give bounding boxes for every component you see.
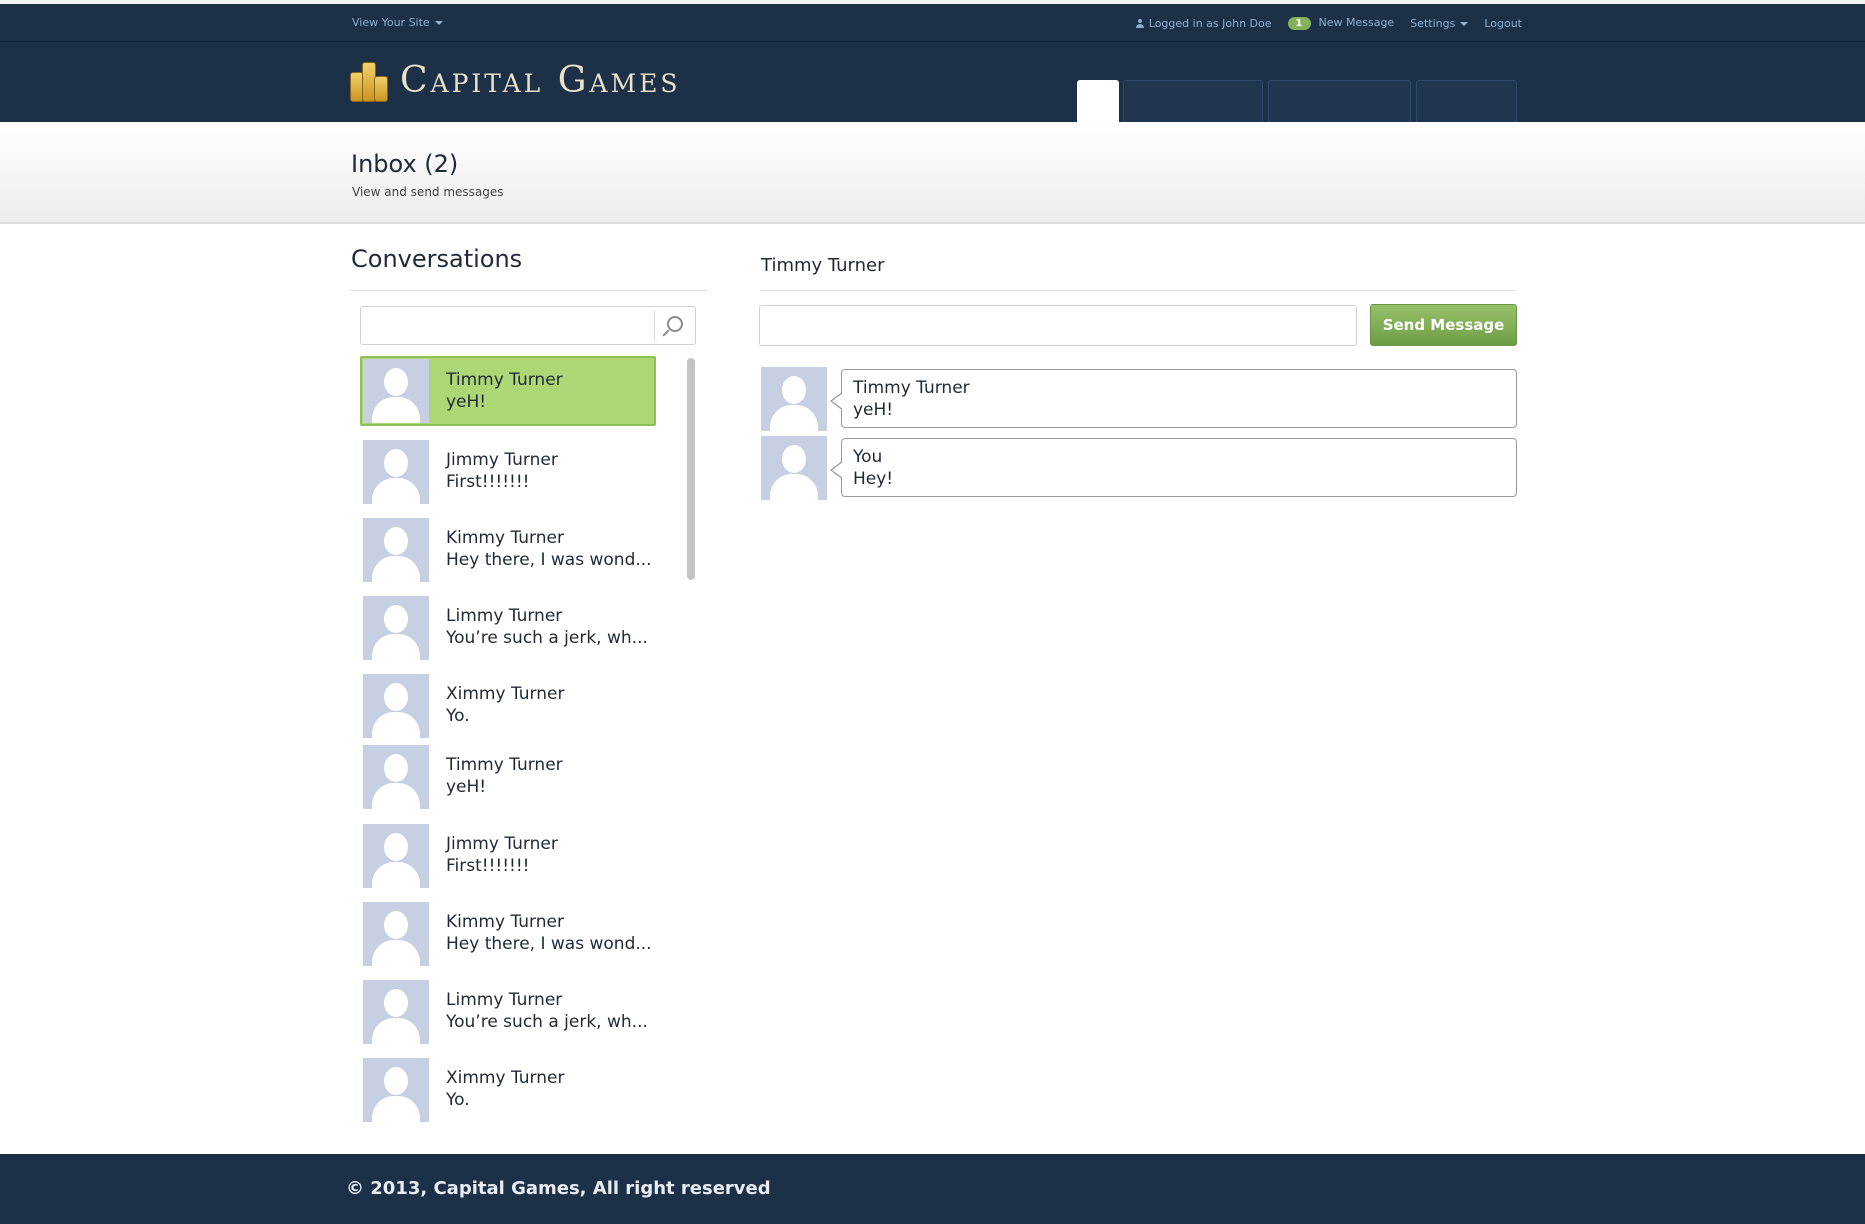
conversation-name: Limmy Turner xyxy=(446,990,563,1010)
avatar xyxy=(363,745,429,809)
caret-down-icon xyxy=(434,21,443,25)
avatar xyxy=(761,436,827,500)
conversation-name: Kimmy Turner xyxy=(446,912,564,932)
conversation-item[interactable]: Kimmy Turner Hey there, I was wond... xyxy=(360,516,656,586)
conversation-preview: yeH! xyxy=(446,777,487,797)
conversation-name: Jimmy Turner xyxy=(446,834,558,854)
new-message-label[interactable]: New Message xyxy=(1319,16,1395,29)
conversation-preview: Hey there, I was wond... xyxy=(446,934,652,954)
divider xyxy=(760,290,1517,291)
divider xyxy=(350,290,708,291)
user-icon xyxy=(1135,18,1144,28)
search-divider xyxy=(654,311,655,342)
coin-stack-icon xyxy=(348,58,390,102)
view-site-label[interactable]: View Your Site xyxy=(352,16,430,29)
message-text: Hey! xyxy=(853,469,894,489)
page-subtitle: View and send messages xyxy=(352,185,504,199)
conversation-item[interactable]: Timmy Turner yeH! xyxy=(360,356,656,426)
message-sender: You xyxy=(853,447,883,467)
nav-tab-4[interactable] xyxy=(1416,80,1517,122)
copyright-text: © 2013, Capital Games, All right reserve… xyxy=(346,1178,771,1199)
page-title: Inbox (2) xyxy=(351,150,459,178)
top-bar: View Your Site Logged in as John Doe 1 Ne… xyxy=(0,0,1865,42)
conversation-item[interactable]: Kimmy Turner Hey there, I was wond... xyxy=(360,900,656,970)
settings-label[interactable]: Settings xyxy=(1410,17,1455,30)
avatar xyxy=(363,518,429,582)
message-bubble: Timmy Turner yeH! xyxy=(830,369,1517,428)
avatar xyxy=(363,359,429,423)
settings-menu[interactable]: Settings xyxy=(1410,17,1469,30)
avatar xyxy=(363,902,429,966)
conversation-name: Timmy Turner xyxy=(446,370,563,390)
conversation-preview: yeH! xyxy=(446,392,487,412)
conversation-preview: First!!!!!!! xyxy=(446,472,530,492)
conversation-item[interactable]: Jimmy Turner First!!!!!!! xyxy=(360,822,656,892)
conversation-item[interactable]: Ximmy Turner Yo. xyxy=(360,672,656,742)
send-message-button[interactable]: Send Message xyxy=(1370,304,1517,346)
search-input[interactable] xyxy=(365,311,649,340)
view-site-menu[interactable]: View Your Site xyxy=(352,16,443,29)
avatar xyxy=(363,1058,429,1122)
avatar xyxy=(363,824,429,888)
logout-link[interactable]: Logout xyxy=(1484,17,1522,30)
nav-tab-2[interactable] xyxy=(1123,80,1263,122)
top-bar-right: Logged in as John Doe 1 New Message Setti… xyxy=(1135,16,1522,30)
logo[interactable]: Capital Games xyxy=(348,58,681,102)
conversation-item[interactable]: Ximmy Turner Yo. xyxy=(360,1056,656,1126)
conversation-name: Ximmy Turner xyxy=(446,684,565,704)
conversation-name: Timmy Turner xyxy=(446,755,563,775)
new-message-link[interactable]: 1 New Message xyxy=(1287,16,1395,30)
conversation-item[interactable]: Limmy Turner You’re such a jerk, wh... xyxy=(360,978,656,1048)
chat-title: Timmy Turner xyxy=(761,255,885,276)
message-bubble: You Hey! xyxy=(830,438,1517,497)
conversation-name: Kimmy Turner xyxy=(446,528,564,548)
conversation-preview: Yo. xyxy=(446,1090,470,1110)
page-header-band: Inbox (2) View and send messages xyxy=(0,122,1865,224)
site-header: Capital Games xyxy=(0,42,1865,122)
caret-down-icon xyxy=(1460,21,1469,26)
search-icon[interactable] xyxy=(667,316,683,332)
new-message-count-badge: 1 xyxy=(1287,17,1311,30)
conversation-preview: First!!!!!!! xyxy=(446,856,530,876)
chat-message: You Hey! xyxy=(761,436,1517,500)
conversation-search[interactable] xyxy=(360,306,696,345)
conversation-preview: Hey there, I was wond... xyxy=(446,550,652,570)
conversation-item[interactable]: Jimmy Turner First!!!!!!! xyxy=(360,438,656,508)
message-text: yeH! xyxy=(853,400,894,420)
conversation-name: Limmy Turner xyxy=(446,606,563,626)
conversation-name: Ximmy Turner xyxy=(446,1068,565,1088)
message-input[interactable] xyxy=(759,305,1357,346)
conversation-preview: You’re such a jerk, wh... xyxy=(446,628,648,648)
conversation-item[interactable]: Timmy Turner yeH! xyxy=(360,743,656,813)
avatar xyxy=(363,440,429,504)
site-footer: © 2013, Capital Games, All right reserve… xyxy=(0,1154,1865,1224)
conversations-heading: Conversations xyxy=(351,245,523,273)
top-bar-inner: View Your Site Logged in as John Doe 1 Ne… xyxy=(352,4,1522,42)
nav-tab-1[interactable] xyxy=(1077,80,1119,122)
conversation-preview: You’re such a jerk, wh... xyxy=(446,1012,648,1032)
logo-text: Capital Games xyxy=(400,59,681,101)
logged-in-label: Logged in as John Doe xyxy=(1148,16,1272,30)
message-sender: Timmy Turner xyxy=(853,378,970,398)
conversation-name: Jimmy Turner xyxy=(446,450,558,470)
conversation-item[interactable]: Limmy Turner You’re such a jerk, wh... xyxy=(360,594,656,664)
conversation-preview: Yo. xyxy=(446,706,470,726)
avatar xyxy=(363,596,429,660)
avatar xyxy=(363,674,429,738)
logged-in-status: Logged in as John Doe xyxy=(1135,16,1272,30)
chat-message: Timmy Turner yeH! xyxy=(761,367,1517,431)
conversation-scrollbar[interactable] xyxy=(687,358,695,580)
avatar xyxy=(363,980,429,1044)
nav-tab-3[interactable] xyxy=(1268,80,1411,122)
avatar xyxy=(761,367,827,431)
